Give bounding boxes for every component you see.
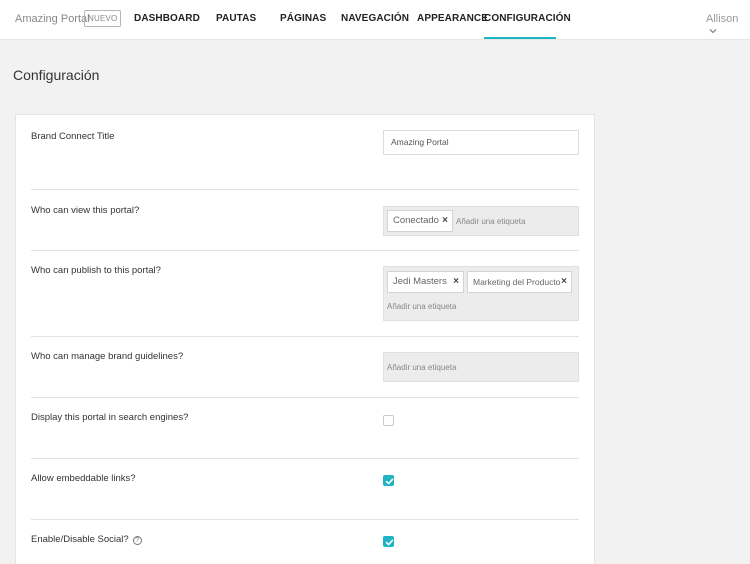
brand-connect-title-label: Brand Connect Title xyxy=(31,131,115,142)
divider xyxy=(31,397,579,398)
nav-configuracion[interactable]: CONFIGURACIÓN xyxy=(484,13,571,24)
user-menu[interactable]: Allison xyxy=(706,13,750,37)
remove-tag-icon[interactable]: × xyxy=(560,272,567,292)
who-can-manage-tag-input[interactable]: Añadir una etiqueta xyxy=(383,352,579,382)
who-can-view-tag-input[interactable]: Conectado × Añadir una etiqueta xyxy=(383,206,579,236)
tag-chip: Conectado × xyxy=(387,210,453,232)
new-badge: NUEVO xyxy=(84,10,122,27)
embeddable-links-label: Allow embeddable links? xyxy=(31,473,136,484)
divider xyxy=(31,519,579,520)
portal-name[interactable]: Amazing Portal xyxy=(15,13,90,25)
divider xyxy=(31,189,579,190)
nav-pautas[interactable]: PAUTAS xyxy=(216,13,256,24)
settings-card xyxy=(15,114,595,564)
social-label: Enable/Disable Social?? xyxy=(31,534,142,545)
remove-tag-icon[interactable]: × xyxy=(453,272,459,292)
nav-paginas[interactable]: PÁGINAS xyxy=(280,13,326,24)
user-name: Allison xyxy=(706,13,739,25)
who-can-view-label: Who can view this portal? xyxy=(31,205,140,216)
who-can-publish-tag-input[interactable]: Jedi Masters × Marketing del Producto × … xyxy=(383,266,579,321)
add-tag-placeholder[interactable]: Añadir una etiqueta xyxy=(387,363,456,372)
check-icon xyxy=(385,539,394,546)
chevron-down-icon xyxy=(709,26,717,36)
divider xyxy=(31,336,579,337)
social-label-text: Enable/Disable Social? xyxy=(31,534,129,545)
add-tag-placeholder[interactable]: Añadir una etiqueta xyxy=(456,217,525,226)
active-tab-indicator xyxy=(484,37,556,39)
divider xyxy=(31,458,579,459)
search-engines-checkbox[interactable] xyxy=(383,415,394,426)
embeddable-links-checkbox[interactable] xyxy=(383,475,394,486)
top-navigation-bar: Amazing Portal NUEVO DASHBOARD PAUTAS PÁ… xyxy=(0,0,750,40)
tag-chip: Marketing del Producto × xyxy=(467,271,572,293)
who-can-publish-label: Who can publish to this portal? xyxy=(31,265,161,276)
tag-label: Conectado xyxy=(393,215,439,226)
social-checkbox[interactable] xyxy=(383,536,394,547)
remove-tag-icon[interactable]: × xyxy=(442,211,448,231)
nav-appearance[interactable]: APPEARANCE xyxy=(417,13,488,24)
tag-label: Jedi Masters xyxy=(393,276,447,287)
tag-label: Marketing del Producto xyxy=(473,277,561,287)
search-engines-label: Display this portal in search engines? xyxy=(31,412,189,423)
divider xyxy=(31,250,579,251)
help-icon[interactable]: ? xyxy=(132,536,142,545)
brand-connect-title-input[interactable]: Amazing Portal xyxy=(383,130,579,155)
nav-dashboard[interactable]: DASHBOARD xyxy=(134,13,200,24)
tag-chip: Jedi Masters × xyxy=(387,271,464,293)
nav-navegacion[interactable]: NAVEGACIÓN xyxy=(341,13,409,24)
page-title: Configuración xyxy=(13,67,100,83)
check-icon xyxy=(385,478,394,485)
who-can-manage-label: Who can manage brand guidelines? xyxy=(31,351,184,362)
add-tag-placeholder[interactable]: Añadir una etiqueta xyxy=(387,302,456,311)
